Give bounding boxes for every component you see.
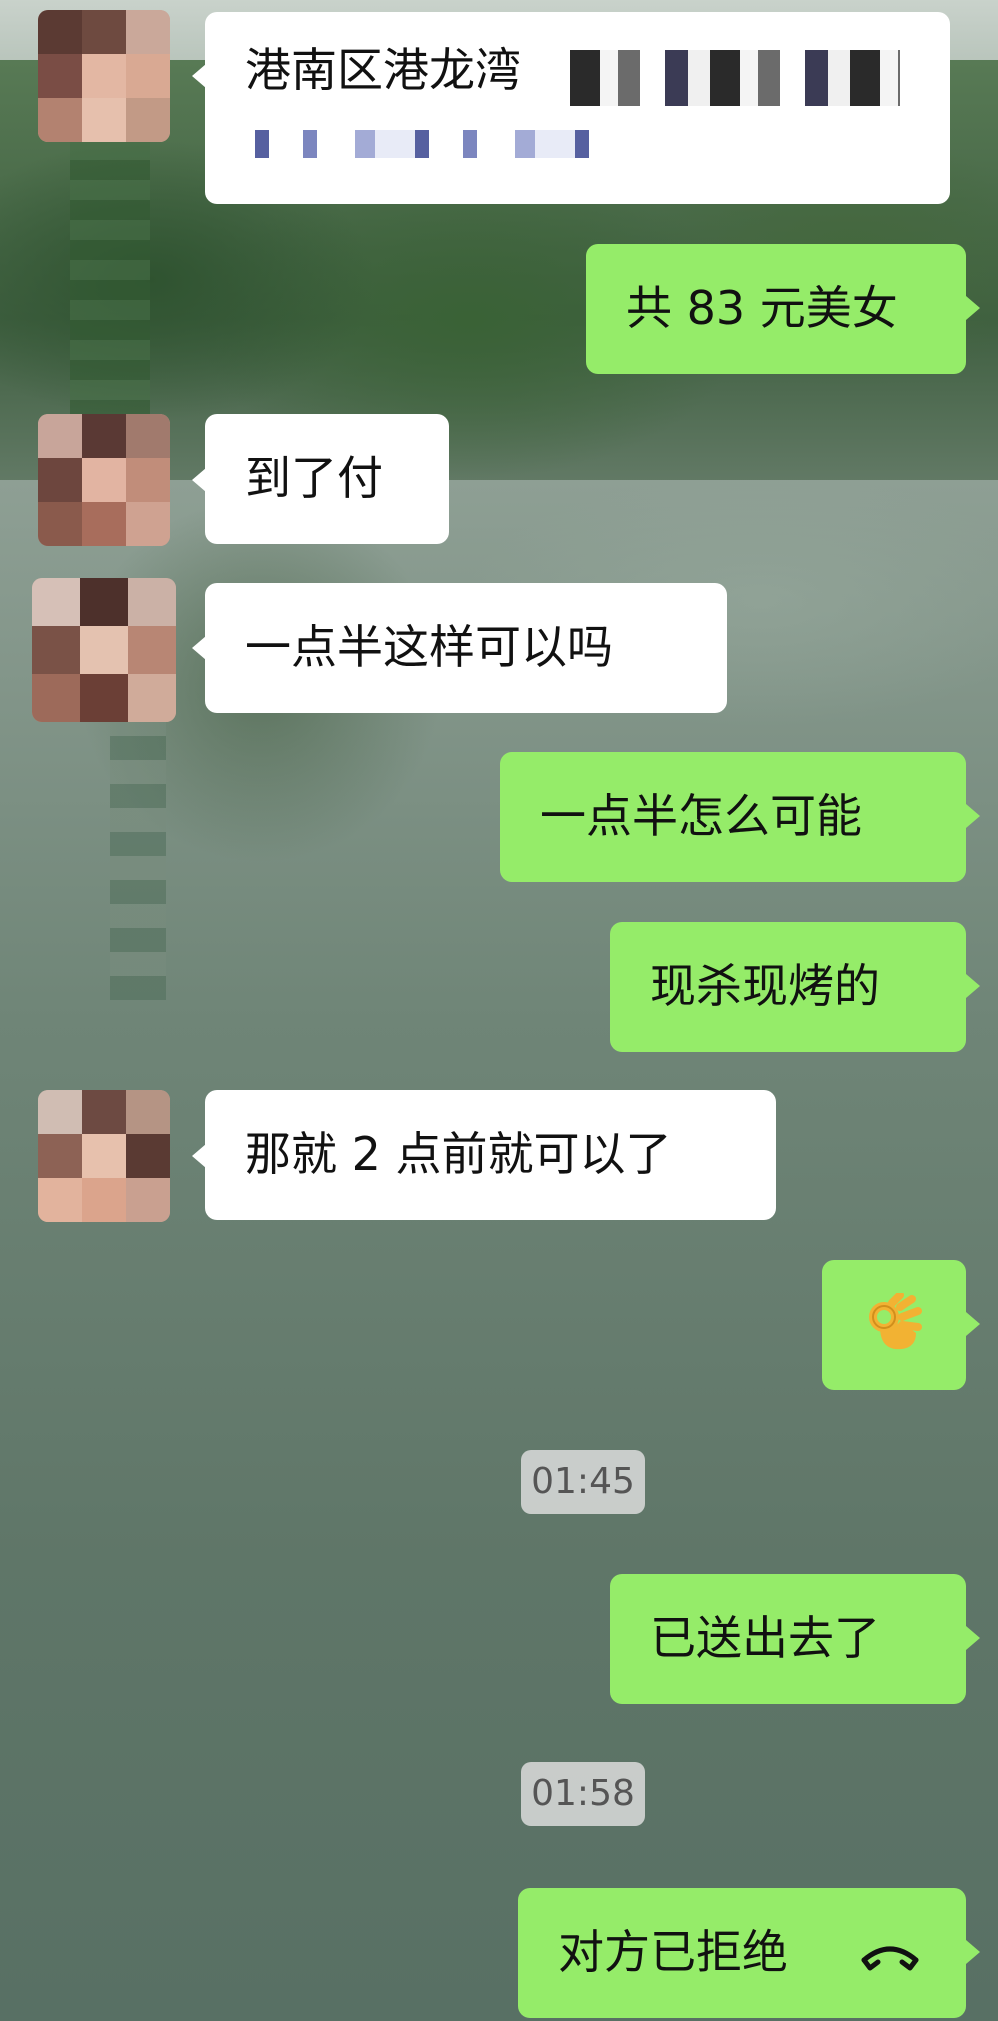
message-timestamp: 01:45 [521,1450,645,1514]
message-timestamp: 01:58 [521,1762,645,1826]
message-text: 对方已拒绝 [558,1925,788,1979]
redacted-address [570,50,900,106]
message-bubble[interactable]: 到了付 [205,414,449,544]
message-text: 一点半这样可以吗 [245,620,613,674]
message-bubble[interactable]: 一点半这样可以吗 [205,583,727,713]
call-record-bubble[interactable]: 对方已拒绝 [518,1888,966,2018]
bubble-tail [966,1312,980,1336]
message-text: 共 83 元美女 [626,281,898,335]
message-bubble[interactable]: 那就 2 点前就可以了 [205,1090,776,1220]
message-text: 一点半怎么可能 [540,789,862,843]
bubble-tail [966,1626,980,1650]
bubble-tail [192,636,206,660]
bubble-tail [966,1940,980,1964]
message-text: 现杀现烤的 [650,959,880,1013]
bubble-tail [192,1144,206,1168]
bubble-tail [966,974,980,998]
bubble-tail [192,468,206,492]
pixelated-strip [110,700,166,1000]
redacted-address [255,130,600,158]
message-text: 那就 2 点前就可以了 [245,1127,672,1181]
hangup-icon [861,1946,919,1971]
ok-hand-emoji-icon [869,1293,922,1350]
avatar[interactable] [38,10,170,142]
avatar[interactable] [38,414,170,546]
message-bubble[interactable] [822,1260,966,1390]
message-bubble[interactable]: 已送出去了 [610,1574,966,1704]
message-bubble[interactable]: 现杀现烤的 [610,922,966,1052]
pixelated-strip [70,140,150,420]
avatar[interactable] [38,1090,170,1222]
bubble-tail [966,296,980,320]
bubble-tail [966,804,980,828]
message-text: 到了付 [245,451,383,505]
message-text: 港南区港龙湾 [245,43,521,97]
message-bubble[interactable]: 共 83 元美女 [586,244,966,374]
avatar[interactable] [32,578,176,722]
bubble-tail [192,64,206,88]
message-bubble[interactable]: 一点半怎么可能 [500,752,966,882]
message-bubble[interactable]: 港南区港龙湾 [205,12,950,204]
message-text: 已送出去了 [650,1611,880,1665]
